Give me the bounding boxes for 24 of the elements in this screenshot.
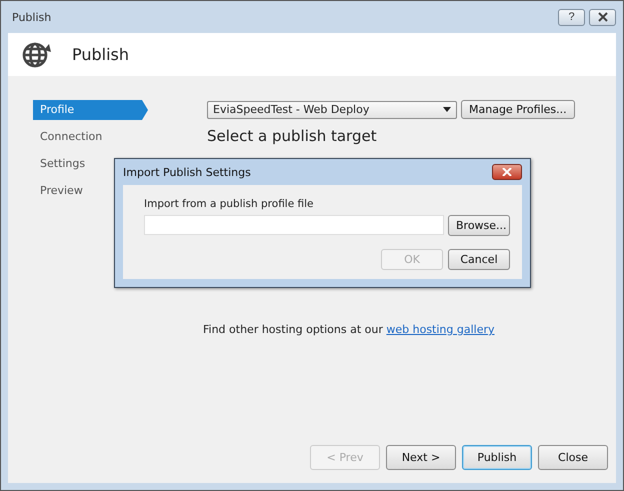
footer-button[interactable]: Close	[538, 445, 608, 470]
profile-dropdown[interactable]: EviaSpeedTest - Web Deploy	[207, 100, 457, 118]
manage-profiles-button[interactable]: Manage Profiles...	[461, 100, 575, 119]
dropdown-caret-icon	[443, 107, 451, 112]
dialog-title: Import Publish Settings	[123, 166, 251, 178]
close-button[interactable]	[589, 8, 616, 26]
file-path-field[interactable]	[144, 215, 444, 235]
window-title: Publish	[12, 10, 52, 24]
help-button[interactable]: ?	[558, 8, 585, 26]
sidebar-item[interactable]: Connection	[33, 127, 148, 147]
browse-button[interactable]: Browse...	[448, 215, 510, 236]
footer-button[interactable]: Next >	[386, 445, 456, 470]
header-title: Publish	[72, 45, 130, 64]
close-icon	[502, 168, 512, 176]
dialog-button[interactable]: Cancel	[448, 249, 510, 270]
field-label: Import from a publish profile file	[144, 198, 315, 210]
sidebar-item[interactable]: Profile	[33, 100, 148, 120]
globe-icon	[22, 40, 52, 70]
close-icon	[596, 12, 608, 22]
section-title: Select a publish target	[207, 127, 378, 145]
hosting-text: Find other hosting options at our web hosting gallery	[203, 323, 495, 336]
close-button[interactable]	[492, 164, 522, 180]
hosting-gallery-link[interactable]: web hosting gallery	[386, 323, 495, 336]
footer-button[interactable]: Publish	[462, 445, 532, 470]
